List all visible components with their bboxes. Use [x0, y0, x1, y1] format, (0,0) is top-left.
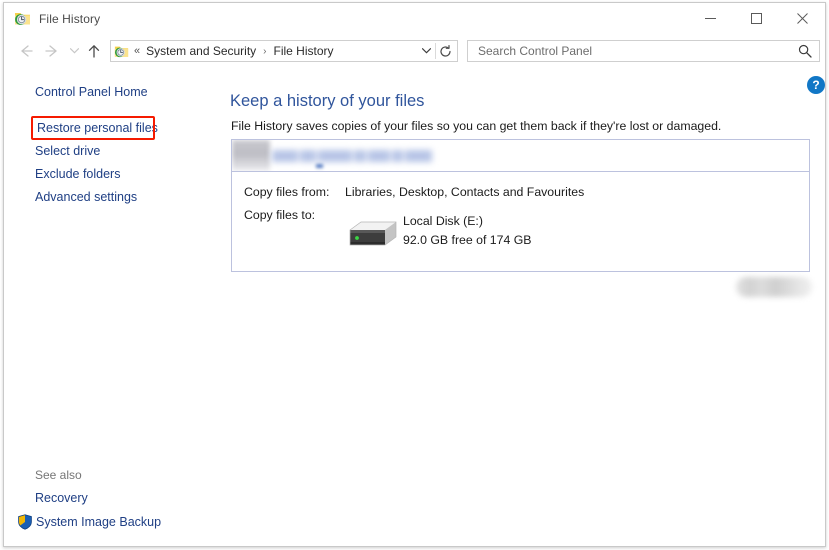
- page-title: Keep a history of your files: [230, 92, 425, 110]
- drive-capacity: 92.0 GB free of 174 GB: [403, 233, 532, 247]
- status-icon-redacted: [232, 140, 270, 171]
- action-button-surface: [736, 277, 812, 297]
- refresh-icon[interactable]: [436, 41, 455, 61]
- window-controls: [687, 3, 825, 34]
- sidebar-item-label-system-image-backup: System Image Backup: [36, 515, 162, 529]
- search-box[interactable]: [467, 40, 820, 62]
- window-title: File History: [39, 11, 101, 26]
- title-bar: File History: [4, 3, 825, 34]
- file-history-icon: [14, 10, 31, 27]
- search-input[interactable]: [476, 43, 776, 59]
- breadcrumb-separator[interactable]: ›: [263, 46, 266, 57]
- search-icon[interactable]: [797, 43, 813, 59]
- uac-shield-icon: [17, 514, 33, 530]
- up-button[interactable]: [83, 38, 105, 64]
- forward-button[interactable]: [39, 38, 65, 64]
- window-body: Control Panel Home Restore personal file…: [4, 68, 825, 546]
- copy-from-label: Copy files from:: [244, 185, 330, 199]
- copy-to-label: Copy files to:: [244, 208, 316, 222]
- action-button-redacted[interactable]: [732, 274, 816, 300]
- status-underline-redacted: [316, 164, 323, 168]
- address-bar[interactable]: « System and Security › File History: [110, 40, 458, 62]
- sidebar-item-restore-personal-files[interactable]: Restore personal files: [37, 121, 158, 135]
- breadcrumb-item-file-history[interactable]: File History: [273, 44, 335, 58]
- recent-locations-button[interactable]: [65, 38, 83, 64]
- address-bar-row: « System and Security › File History: [4, 34, 825, 68]
- copy-from-value: Libraries, Desktop, Contacts and Favouri…: [345, 185, 585, 199]
- sidebar-item-system-image-backup[interactable]: System Image Backup: [17, 514, 161, 530]
- sidebar-item-control-panel-home[interactable]: Control Panel Home: [35, 85, 148, 99]
- address-file-history-icon: [114, 44, 129, 59]
- main-content: ? Keep a history of your files File Hist…: [226, 68, 825, 546]
- file-history-window: File History « System and Security › Fil…: [3, 2, 826, 547]
- status-row-redacted: [232, 140, 809, 172]
- close-button[interactable]: [779, 3, 825, 34]
- sidebar-item-advanced-settings[interactable]: Advanced settings: [35, 190, 137, 204]
- maximize-button[interactable]: [733, 3, 779, 34]
- file-history-info-panel: Copy files from: Libraries, Desktop, Con…: [231, 139, 810, 272]
- breadcrumb-overflow-chevrons[interactable]: «: [134, 45, 140, 57]
- status-text-redacted: [272, 145, 442, 166]
- breadcrumb-item-system-and-security[interactable]: System and Security: [145, 44, 257, 58]
- sidebar-item-recovery[interactable]: Recovery: [35, 491, 88, 505]
- see-also-label: See also: [35, 468, 82, 482]
- help-question-icon[interactable]: ?: [807, 76, 825, 94]
- back-button[interactable]: [13, 38, 39, 64]
- minimize-button[interactable]: [687, 3, 733, 34]
- help-label: ?: [812, 78, 820, 92]
- drive-name: Local Disk (E:): [403, 214, 483, 228]
- sidebar-item-exclude-folders[interactable]: Exclude folders: [35, 167, 120, 181]
- sidebar: Control Panel Home Restore personal file…: [4, 68, 226, 546]
- sidebar-item-select-drive[interactable]: Select drive: [35, 144, 100, 158]
- external-hard-drive-icon: [344, 216, 402, 252]
- page-description: File History saves copies of your files …: [231, 119, 722, 133]
- address-dropdown-chevron-down-icon[interactable]: [417, 41, 435, 61]
